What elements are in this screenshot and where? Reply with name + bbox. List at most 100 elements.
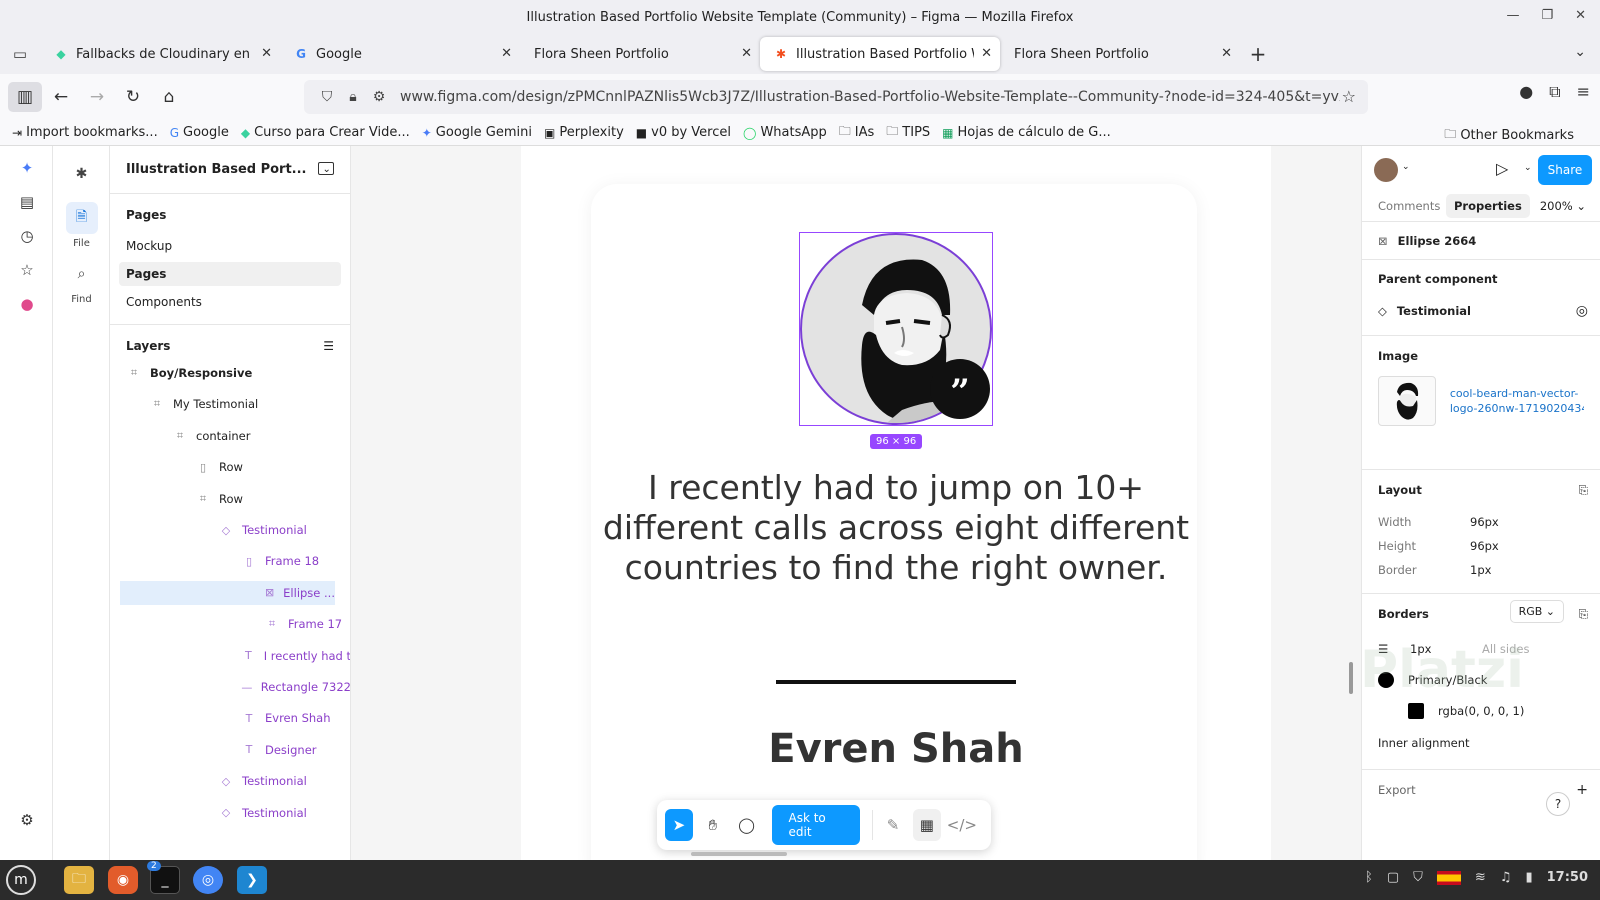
maximize-icon[interactable]: ❐ <box>1541 8 1553 23</box>
forward-icon[interactable]: → <box>80 82 114 112</box>
bookmark-item[interactable]: ✦ Google Gemini <box>422 125 532 140</box>
image-file-link[interactable]: cool-beard-man-vector- logo-260nw-171902… <box>1450 386 1584 416</box>
close-tab-icon[interactable]: ✕ <box>981 46 992 61</box>
bookmark-item[interactable]: ◆ Curso para Crear Vide... <box>241 125 410 140</box>
layer-row[interactable]: ▯ Row <box>110 455 350 479</box>
chrome-icon[interactable]: ◎ <box>193 866 223 894</box>
height-value[interactable]: 96px <box>1470 539 1499 553</box>
other-bookmarks[interactable]: 🗀 Other Bookmarks <box>1444 125 1574 146</box>
bookmark-item[interactable]: ▦ Hojas de cálculo de G... <box>942 125 1111 140</box>
vscode-icon[interactable]: ❯ <box>237 866 267 894</box>
tab-overview-icon[interactable]: ▭ <box>0 34 40 74</box>
clipboard-icon[interactable]: ⎘ <box>1579 483 1588 498</box>
panel-toggle-icon[interactable] <box>318 162 334 175</box>
layer-row[interactable]: ⌗ container <box>110 424 350 448</box>
bookmark-star-icon[interactable]: ☆ <box>1342 87 1356 106</box>
rail-file[interactable]: 🗎 File <box>53 202 110 249</box>
shield-icon[interactable]: ⛉ <box>314 89 340 105</box>
layer-row[interactable]: T I recently had t <box>110 644 350 668</box>
history-icon[interactable]: ◷ <box>17 226 37 246</box>
mint-menu-icon[interactable]: m <box>6 865 36 895</box>
border-value[interactable]: 1px <box>1470 563 1491 577</box>
tab-comments[interactable]: Comments <box>1370 194 1448 218</box>
target-icon[interactable]: ◎ <box>1576 303 1588 319</box>
layer-row[interactable]: ⊠ Ellipse ... <box>120 580 335 605</box>
url-text[interactable]: www.figma.com/design/zPMCnnlPAZNlis5Wcb3… <box>400 89 1340 105</box>
layer-row[interactable]: ⌗ My Testimonial <box>110 392 350 416</box>
file-name-header[interactable]: Illustration Based Port... ⌄ <box>110 146 350 194</box>
artboard[interactable]: ” 96 × 96 I recently had to jump on 10+ … <box>521 146 1271 860</box>
testimonial-name[interactable]: Evren Shah <box>641 726 1151 772</box>
share-button[interactable]: Share <box>1538 155 1592 185</box>
tab-4[interactable]: Flora Sheen Portfolio ✕ <box>1000 37 1240 71</box>
url-bar[interactable]: ⛉ 🔒︎ ⚙ www.figma.com/design/zPMCnnlPAZNl… <box>304 80 1368 114</box>
firefox-icon[interactable]: ◉ <box>108 866 138 894</box>
layer-row[interactable]: ▯ Frame 18 <box>110 549 350 573</box>
design-mode-icon[interactable]: ▦ <box>912 809 941 841</box>
color-mode-select[interactable]: RGB ⌄ <box>1509 600 1564 623</box>
bookmark-item[interactable]: ■ v0 by Vercel <box>636 125 731 140</box>
figma-menu[interactable]: ✱ <box>53 158 110 194</box>
battery-icon[interactable]: ▮ <box>1525 870 1532 885</box>
comment-tool-icon[interactable]: ◯ <box>733 809 761 841</box>
layer-row[interactable]: T Evren Shah <box>110 706 350 730</box>
shield-tray-icon[interactable]: ⛉ <box>1413 870 1423 885</box>
tab-1[interactable]: G Google ✕ <box>280 37 520 71</box>
bluetooth-icon[interactable]: ᛒ <box>1365 870 1373 885</box>
clipboard-tray-icon[interactable]: ▢ <box>1387 870 1399 885</box>
export-title[interactable]: Export <box>1378 783 1416 797</box>
hand-tool-icon[interactable]: ✋︎ <box>699 809 727 841</box>
volume-icon[interactable]: ♫ <box>1500 870 1512 885</box>
permissions-icon[interactable]: ⚙ <box>366 89 392 105</box>
layer-row[interactable]: T Designer <box>110 738 350 762</box>
user-avatar[interactable] <box>1374 158 1398 182</box>
chevron-down-icon[interactable]: ⌄ <box>1524 163 1532 173</box>
color-swatch[interactable] <box>1408 703 1424 719</box>
extensions-icon[interactable]: ⧉ <box>1549 82 1560 102</box>
bookmark-item[interactable]: ⇥ Import bookmarks... <box>12 125 158 140</box>
close-window-icon[interactable]: ✕ <box>1575 8 1586 23</box>
page-item-mockup[interactable]: Mockup <box>119 234 341 258</box>
page-item-components[interactable]: Components <box>119 290 341 314</box>
close-tab-icon[interactable]: ✕ <box>1221 46 1232 61</box>
layer-row[interactable]: ⌗ Frame 17 <box>110 612 350 636</box>
layer-row[interactable]: ⌗ Row <box>110 487 350 511</box>
lock-icon[interactable]: 🔒︎ <box>340 89 366 105</box>
horizontal-scrollbar[interactable] <box>691 852 787 856</box>
testimonial-quote[interactable]: I recently had to jump on 10+ different … <box>601 468 1191 588</box>
dev-mode-icon[interactable]: </> <box>947 809 977 841</box>
reload-icon[interactable]: ↻ <box>116 82 150 112</box>
bookmark-item[interactable]: 🗀 TIPS <box>886 122 930 143</box>
ask-to-edit-button[interactable]: Ask to edit <box>772 805 861 845</box>
tab-0[interactable]: ◆ Fallbacks de Cloudinary en p ✕ <box>40 37 280 71</box>
present-icon[interactable]: ▷ <box>1496 159 1508 178</box>
menu-icon[interactable]: ≡ <box>1577 82 1590 102</box>
tab-3[interactable]: ✱ Illustration Based Portfolio W ✕ <box>760 37 1000 71</box>
new-tab-button[interactable]: + <box>1240 42 1276 66</box>
width-value[interactable]: 96px <box>1470 515 1499 529</box>
image-thumbnail[interactable] <box>1378 376 1436 426</box>
bookmark-item[interactable]: ◯ WhatsApp <box>743 125 827 140</box>
back-icon[interactable]: ← <box>44 82 78 112</box>
layer-row[interactable]: ⌗ Boy/Responsive <box>110 361 350 385</box>
extension-info-icon[interactable]: ● <box>1519 82 1533 102</box>
close-tab-icon[interactable]: ✕ <box>261 46 272 61</box>
layer-row[interactable]: ◇ Testimonial <box>110 801 350 825</box>
parent-component-row[interactable]: ◇ Testimonial ◎ <box>1362 298 1600 324</box>
vertical-scrollbar[interactable] <box>1349 662 1353 694</box>
rail-find[interactable]: ⌕ Find <box>53 258 110 305</box>
synced-tabs-icon[interactable]: ▤ <box>17 192 37 212</box>
chevron-down-icon[interactable]: ⌄ <box>1574 44 1586 60</box>
move-tool-icon[interactable]: ➤ <box>665 809 693 841</box>
clock[interactable]: 17:50 <box>1547 870 1588 885</box>
bookmark-item[interactable]: G Google <box>170 125 229 140</box>
tab-properties[interactable]: Properties <box>1446 194 1530 218</box>
layer-row[interactable]: ◇ Testimonial <box>110 518 350 542</box>
chevron-down-icon[interactable]: ⌄ <box>1402 162 1410 172</box>
close-tab-icon[interactable]: ✕ <box>501 46 512 61</box>
wifi-icon[interactable]: ≋ <box>1475 870 1486 885</box>
add-export-icon[interactable]: + <box>1576 782 1588 798</box>
design-canvas[interactable]: ” 96 × 96 I recently had to jump on 10+ … <box>351 146 1361 860</box>
layers-filter-icon[interactable]: ☰ <box>323 339 334 353</box>
bookmark-item[interactable]: ▣ Perplexity <box>544 125 624 140</box>
